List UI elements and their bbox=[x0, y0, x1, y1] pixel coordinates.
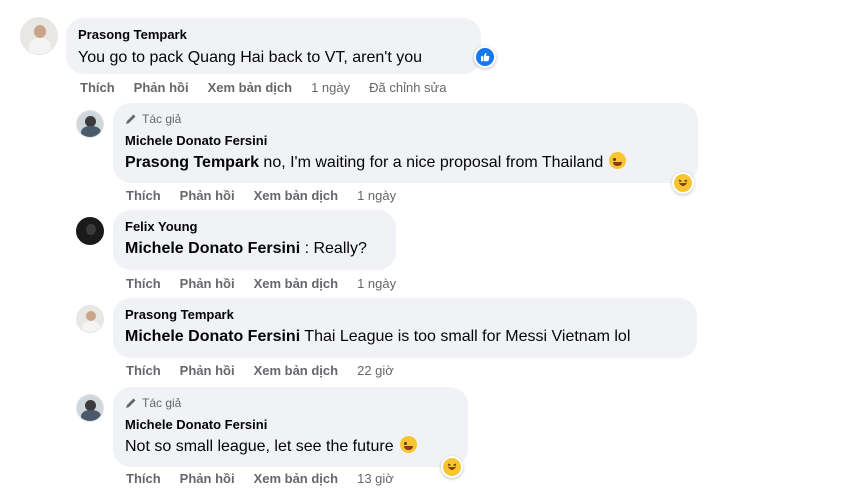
comment-author[interactable]: Prasong Tempark bbox=[125, 306, 685, 323]
laughing-emoji-icon[interactable] bbox=[672, 172, 694, 194]
pencil-icon bbox=[126, 398, 136, 408]
avatar[interactable] bbox=[76, 394, 104, 422]
comment-bubble: Felix Young Michele Donato Fersini : Rea… bbox=[113, 210, 396, 270]
avatar[interactable] bbox=[20, 17, 58, 55]
translate-button[interactable]: Xem bản dịch bbox=[208, 80, 293, 95]
author-badge-label: Tác giả bbox=[142, 112, 182, 126]
comment-bubble: Tác giả Michele Donato Fersini Prasong T… bbox=[113, 103, 698, 183]
winking-tongue-emoji-icon bbox=[609, 152, 627, 169]
timestamp[interactable]: 13 giờ bbox=[357, 471, 394, 486]
comment-author[interactable]: Prasong Tempark bbox=[78, 26, 469, 43]
comment-body: Not so small league, let see the future bbox=[125, 438, 394, 455]
comment-actions: Thích Phản hồi Xem bản dịch 1 ngày Đã ch… bbox=[80, 80, 466, 95]
like-button[interactable]: Thích bbox=[126, 188, 161, 203]
mention-link[interactable]: Michele Donato Fersini bbox=[125, 328, 300, 345]
timestamp[interactable]: 1 ngày bbox=[357, 188, 396, 203]
winking-tongue-emoji-icon bbox=[399, 436, 417, 453]
like-button[interactable]: Thích bbox=[80, 80, 115, 95]
comment-bubble: Tác giả Michele Donato Fersini Not so sm… bbox=[113, 387, 468, 467]
author-badge: Tác giả bbox=[125, 111, 686, 127]
avatar[interactable] bbox=[76, 305, 104, 333]
comment-actions: Thích Phản hồi Xem bản dịch 1 ngày bbox=[126, 276, 415, 291]
pencil-icon bbox=[126, 114, 136, 124]
avatar[interactable] bbox=[76, 217, 104, 245]
comment-author[interactable]: Felix Young bbox=[125, 218, 384, 235]
translate-button[interactable]: Xem bản dịch bbox=[254, 188, 339, 203]
timestamp[interactable]: 22 giờ bbox=[357, 363, 394, 378]
comment-actions: Thích Phản hồi Xem bản dịch 13 giờ bbox=[126, 471, 413, 486]
comment-author[interactable]: Michele Donato Fersini bbox=[125, 416, 456, 433]
reply-button[interactable]: Phản hồi bbox=[134, 80, 189, 95]
like-button[interactable]: Thích bbox=[126, 276, 161, 291]
laughing-emoji-icon[interactable] bbox=[441, 456, 463, 478]
comment-text: Prasong Tempark no, I'm waiting for a ni… bbox=[125, 152, 686, 174]
comment-body: Thai League is too small for Messi Vietn… bbox=[300, 328, 631, 345]
comment-text: You go to pack Quang Hai back to VT, are… bbox=[78, 49, 423, 66]
mention-link[interactable]: Prasong Tempark bbox=[125, 154, 259, 171]
comment-bubble: Prasong Tempark You go to pack Quang Hai… bbox=[66, 18, 481, 74]
timestamp[interactable]: 1 ngày bbox=[311, 80, 350, 95]
author-badge-label: Tác giả bbox=[142, 396, 182, 410]
author-badge: Tác giả bbox=[125, 395, 456, 411]
reply-button[interactable]: Phản hồi bbox=[180, 363, 235, 378]
edited-label[interactable]: Đã chỉnh sửa bbox=[369, 80, 446, 95]
reply-button[interactable]: Phản hồi bbox=[180, 471, 235, 486]
translate-button[interactable]: Xem bản dịch bbox=[254, 471, 339, 486]
comment-author[interactable]: Michele Donato Fersini bbox=[125, 132, 686, 149]
translate-button[interactable]: Xem bản dịch bbox=[254, 363, 339, 378]
mention-link[interactable]: Michele Donato Fersini bbox=[125, 240, 300, 257]
comment-body: : Really? bbox=[300, 240, 367, 257]
translate-button[interactable]: Xem bản dịch bbox=[254, 276, 339, 291]
timestamp[interactable]: 1 ngày bbox=[357, 276, 396, 291]
like-icon[interactable] bbox=[474, 46, 496, 68]
comment-bubble: Prasong Tempark Michele Donato Fersini T… bbox=[113, 298, 697, 358]
comment-actions: Thích Phản hồi Xem bản dịch 1 ngày bbox=[126, 188, 415, 203]
comment-text: Not so small league, let see the future bbox=[125, 436, 456, 458]
avatar[interactable] bbox=[76, 110, 104, 138]
like-button[interactable]: Thích bbox=[126, 471, 161, 486]
reply-button[interactable]: Phản hồi bbox=[180, 276, 235, 291]
like-button[interactable]: Thích bbox=[126, 363, 161, 378]
comment-actions: Thích Phản hồi Xem bản dịch 22 giờ bbox=[126, 363, 413, 378]
comment-body: no, I'm waiting for a nice proposal from… bbox=[258, 154, 604, 171]
comment-text: Michele Donato Fersini Thai League is to… bbox=[125, 326, 685, 348]
reply-button[interactable]: Phản hồi bbox=[180, 188, 235, 203]
comment-text: Michele Donato Fersini : Really? bbox=[125, 238, 384, 260]
